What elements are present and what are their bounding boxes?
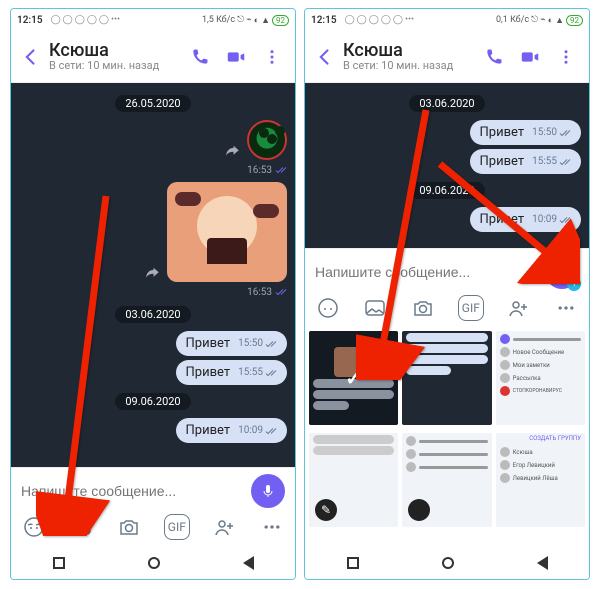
status-notif-icons: ◯◯◯◯◯••• xyxy=(345,15,415,25)
sticker-icon[interactable] xyxy=(315,295,341,321)
date-chip: 03.06.2020 xyxy=(115,306,190,323)
gallery-thumb[interactable]: Новое Сообщение Мои заметки Рассылка СТО… xyxy=(496,331,585,425)
gallery-thumb[interactable] xyxy=(402,331,491,425)
call-icon[interactable] xyxy=(479,42,509,72)
nav-recents[interactable] xyxy=(53,557,65,569)
forward-icon[interactable] xyxy=(143,264,161,282)
contact-status: В сети: 10 мин. назад xyxy=(343,60,473,72)
mic-button[interactable] xyxy=(251,474,285,508)
msg-bubble[interactable]: Привет10:09 xyxy=(470,207,582,232)
sticker-couple-sunset[interactable] xyxy=(167,182,287,282)
msg-time: 16:53 xyxy=(247,286,287,298)
chat-header: Ксюша В сети: 10 мин. назад xyxy=(305,31,589,83)
more-tools-icon[interactable] xyxy=(553,295,579,321)
msg-bubble[interactable]: Привет10:09 xyxy=(176,418,288,443)
android-nav-bar xyxy=(305,547,589,579)
sticker-icon[interactable] xyxy=(21,514,47,540)
battery-icon: 92 xyxy=(272,15,289,26)
back-icon[interactable] xyxy=(19,45,43,69)
more-icon[interactable] xyxy=(257,42,287,72)
date-chip: 09.06.2020 xyxy=(115,393,190,410)
chat-body[interactable]: 03.06.2020 Привет15:50 Привет15:55 09.06… xyxy=(305,83,589,248)
back-icon[interactable] xyxy=(313,45,337,69)
message-input[interactable] xyxy=(315,264,541,280)
more-icon[interactable] xyxy=(551,42,581,72)
contact-plus-icon[interactable] xyxy=(506,295,532,321)
status-bar: 12:15 ◯◯◯◯◯••• 1,5 Кб/с⎋⌁◐▲ 92 xyxy=(11,9,295,31)
nav-back[interactable] xyxy=(537,556,548,570)
forward-icon[interactable] xyxy=(223,142,241,160)
contact-name[interactable]: Ксюша xyxy=(49,41,179,61)
gallery-thumb-selected[interactable] xyxy=(309,331,398,425)
message-input[interactable] xyxy=(21,483,247,499)
video-call-icon[interactable] xyxy=(221,42,251,72)
nav-home[interactable] xyxy=(148,557,160,569)
contact-plus-icon[interactable] xyxy=(212,514,238,540)
more-tools-icon[interactable] xyxy=(259,514,285,540)
date-chip: 03.06.2020 xyxy=(409,95,484,112)
gif-icon[interactable]: GIF xyxy=(458,295,484,321)
contact-status: В сети: 10 мин. назад xyxy=(49,60,179,72)
camera-icon[interactable] xyxy=(116,514,142,540)
status-notif-icons: ◯◯◯◯◯••• xyxy=(51,15,121,25)
screenshot-left: 12:15 ◯◯◯◯◯••• 1,5 Кб/с⎋⌁◐▲ 92 Ксюша В с… xyxy=(10,8,296,580)
video-call-icon[interactable] xyxy=(515,42,545,72)
send-count-badge: 1 xyxy=(567,277,581,291)
msg-bubble[interactable]: Привет15:50 xyxy=(176,331,288,356)
edit-fab-icon: ✎ xyxy=(315,499,337,521)
nav-back[interactable] xyxy=(243,556,254,570)
msg-bubble[interactable]: Привет15:50 xyxy=(470,120,582,145)
gallery-thumb[interactable]: ✎ xyxy=(309,433,398,527)
gallery-thumb[interactable]: СОЗДАТЬ ГРУППУ Ксюша Егор Левицкий Левиц… xyxy=(496,433,585,527)
gallery-panel[interactable]: Новое Сообщение Мои заметки Рассылка СТО… xyxy=(305,327,589,547)
gallery-icon[interactable] xyxy=(363,295,389,321)
nav-recents[interactable] xyxy=(347,557,359,569)
dialpad-fab-icon xyxy=(408,499,430,521)
nav-home[interactable] xyxy=(442,557,454,569)
msg-bubble[interactable]: Привет15:55 xyxy=(176,360,288,385)
input-bar: GIF xyxy=(11,467,295,547)
send-button[interactable]: 1 xyxy=(545,255,579,289)
status-time: 12:15 xyxy=(311,15,337,26)
date-chip: 09.06.2020 xyxy=(409,182,484,199)
chat-body[interactable]: 26.05.2020 16:53 16:53 03.06.2020 Привет… xyxy=(11,83,295,467)
input-bar: 1 GIF xyxy=(305,248,589,327)
contact-name[interactable]: Ксюша xyxy=(343,41,473,61)
gallery-icon[interactable] xyxy=(69,514,95,540)
gallery-thumb[interactable] xyxy=(402,433,491,527)
date-chip: 26.05.2020 xyxy=(115,95,190,112)
android-nav-bar xyxy=(11,547,295,579)
status-right-icons: 1,5 Кб/с⎋⌁◐▲ 92 xyxy=(202,15,289,26)
status-time: 12:15 xyxy=(17,15,43,26)
chat-header: Ксюша В сети: 10 мин. назад xyxy=(11,31,295,83)
gif-icon[interactable]: GIF xyxy=(164,514,190,540)
msg-time: 16:53 xyxy=(247,164,287,176)
status-bar: 12:15 ◯◯◯◯◯••• 0,1 Кб/с⎋⌁◐▲ 92 xyxy=(305,9,589,31)
sticker-watermelon[interactable] xyxy=(247,120,287,160)
call-icon[interactable] xyxy=(185,42,215,72)
camera-icon[interactable] xyxy=(410,295,436,321)
screenshot-right: 12:15 ◯◯◯◯◯••• 0,1 Кб/с⎋⌁◐▲ 92 Ксюша В с… xyxy=(304,8,590,580)
status-right-icons: 0,1 Кб/с⎋⌁◐▲ 92 xyxy=(496,15,583,26)
battery-icon: 92 xyxy=(566,15,583,26)
msg-bubble[interactable]: Привет15:55 xyxy=(470,149,582,174)
